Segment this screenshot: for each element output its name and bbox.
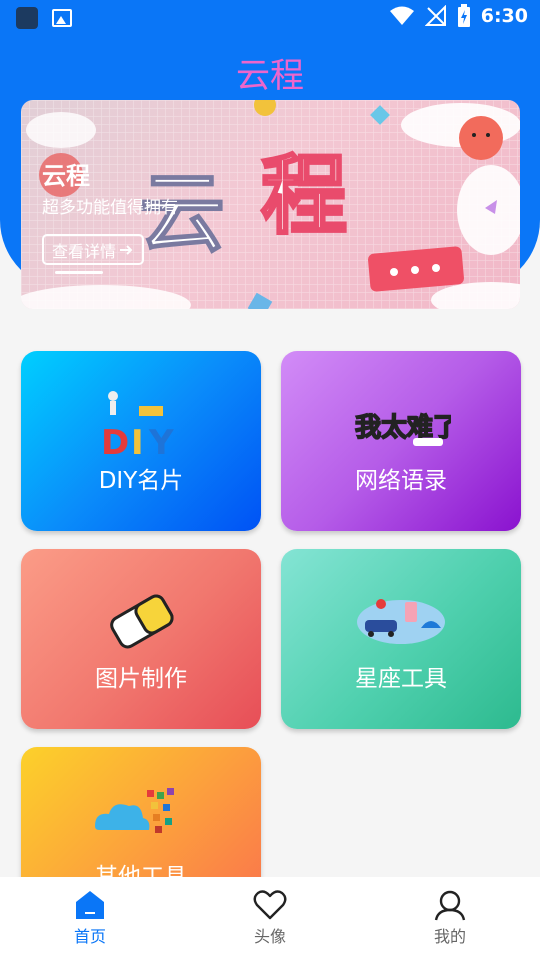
- view-details-label: 查看详情: [51, 241, 116, 261]
- nav-label: 首页: [73, 927, 106, 946]
- nav-label: 我的: [433, 927, 466, 946]
- eraser-icon: [110, 594, 174, 649]
- status-time: 6:30: [480, 5, 528, 27]
- svg-text:Y: Y: [148, 423, 174, 456]
- user-icon: [434, 890, 466, 921]
- svg-text:D: D: [101, 423, 129, 456]
- banner-title: 云程: [42, 162, 90, 190]
- card-image-making[interactable]: 图片制作: [21, 549, 261, 729]
- card-network-quotes[interactable]: 我太难了 网络语录: [281, 351, 521, 531]
- heart-icon: [253, 890, 287, 920]
- quote-icon: 我太难了: [354, 412, 451, 446]
- banner[interactable]: 云 程 云程 超多功能值得拥有 查看详情: [21, 100, 520, 309]
- arrow-right-icon: [120, 244, 133, 255]
- nav-avatar[interactable]: 头像: [220, 889, 320, 947]
- home-icon: [76, 891, 104, 919]
- banner-page-indicator: [55, 271, 103, 274]
- nav-mine[interactable]: 我的: [400, 889, 500, 947]
- card-label: DIY名片: [98, 468, 184, 494]
- view-details-button[interactable]: 查看详情: [42, 234, 144, 265]
- card-diy-business-card[interactable]: D I Y DIY名片: [21, 351, 261, 531]
- image-notification-icon: [52, 9, 72, 27]
- card-label: 图片制作: [95, 666, 187, 692]
- card-label: 网络语录: [355, 468, 447, 494]
- card-label: 星座工具: [355, 666, 447, 692]
- card-horoscope-tools[interactable]: 星座工具: [281, 549, 521, 729]
- status-bar: 6:30: [0, 0, 540, 36]
- page-title: 云程: [236, 56, 304, 96]
- diy-icon: D I Y: [101, 391, 174, 456]
- cloud-apps-icon: [95, 788, 174, 833]
- travel-icon: [357, 599, 445, 644]
- no-signal-icon: [424, 5, 446, 26]
- banner-subtitle: 超多功能值得拥有: [42, 198, 178, 218]
- nav-label: 头像: [253, 927, 286, 946]
- nav-home[interactable]: 首页: [40, 889, 140, 947]
- app-notification-icon: [16, 7, 38, 29]
- wifi-icon: [389, 6, 414, 25]
- battery-icon: [457, 4, 470, 27]
- bottom-navigation: 首页 头像 我的: [0, 877, 540, 960]
- svg-text:I: I: [131, 423, 144, 456]
- svg-text:程: 程: [261, 146, 347, 246]
